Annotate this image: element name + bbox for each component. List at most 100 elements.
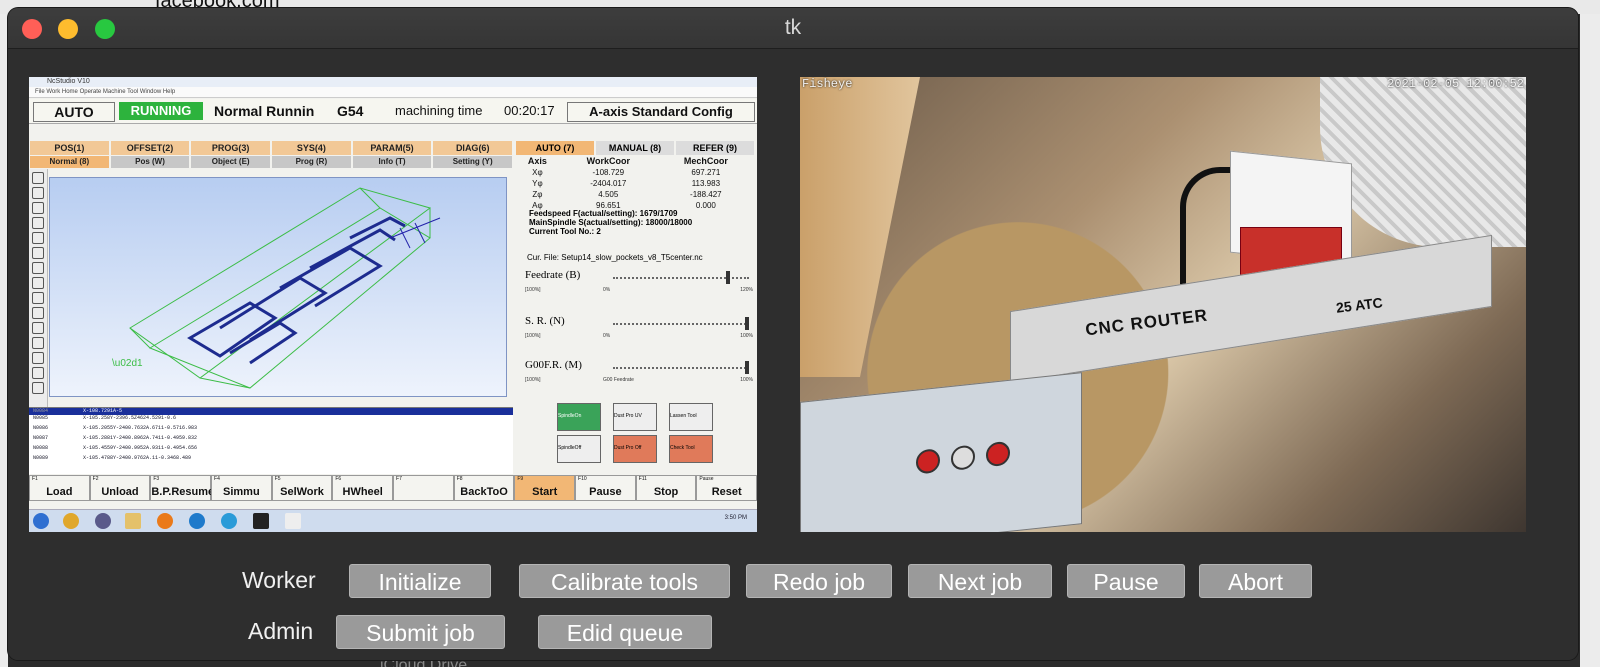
coordinate-table: Axis WorkCoor MechCoor Xφ -108.729 697.2… <box>515 155 755 211</box>
fkey-stop: F11 Stop <box>635 475 697 501</box>
fkey-unload: F2 Unload <box>89 475 151 501</box>
scale-right: 100% <box>740 377 753 383</box>
machining-time-value: 00:20:17 <box>504 103 555 118</box>
edit-queue-button[interactable]: Edid queue <box>538 615 712 649</box>
tool-text: Current Tool No.: 2 <box>529 227 601 236</box>
lassen-tool-button: Lassen Tool <box>669 403 713 431</box>
work-coord-cell: 4.505 <box>598 190 619 199</box>
fkey-label: Load <box>46 486 73 498</box>
slider-scale: [100%] 0% 120% <box>525 287 753 293</box>
next-job-button[interactable]: Next job <box>908 564 1052 598</box>
fkey-f7: F7 <box>393 475 454 501</box>
line-number: N0089 <box>33 455 49 461</box>
view-icon <box>32 277 44 289</box>
cnc-menubar: File Work Home Operate Machine Tool Wind… <box>29 87 757 98</box>
cnc-titlebar: NcStudio V10 <box>29 77 757 87</box>
subtab-normal: Normal (8) <box>30 156 109 168</box>
cnc-right-tabs: AUTO (7) MANUAL (8) REFER (9) <box>515 141 755 155</box>
windows-taskbar: 3:50 PM <box>29 509 757 532</box>
slider-track <box>613 323 749 326</box>
cnc-software-view: NcStudio V10 File Work Home Operate Mach… <box>29 77 757 532</box>
gcode-listing: N0084 X-108.7291A-5 N0085 X-105.258Y-2396.… <box>29 407 513 474</box>
edge-icon <box>221 513 237 529</box>
view-icon <box>32 247 44 259</box>
admin-label: Admin <box>248 618 314 644</box>
coord-system: G54 <box>337 103 364 119</box>
subtab-info: Info (T) <box>352 156 432 168</box>
tab-sys: SYS(4) <box>272 141 351 155</box>
chrome-icon <box>63 513 79 529</box>
abort-button[interactable]: Abort <box>1199 564 1312 598</box>
mech-coord-cell: -188.427 <box>690 190 722 199</box>
button-caption: SpindleOn <box>558 413 582 419</box>
fkey-number: F1 <box>32 476 38 482</box>
mech-coord-cell: 113.983 <box>691 179 721 188</box>
camera-timestamp: 2021-02-05 12:00:52 <box>1387 77 1524 91</box>
spindle-rate-slider: S. R. (N) [100%] 0% 100% <box>525 315 755 345</box>
gcode-line: N0088 X-105.4559Y-2400.9952A.9311-0.4954.… <box>29 445 513 455</box>
zoom-out-icon <box>32 187 44 199</box>
view-icon <box>32 367 44 379</box>
line-number: N0087 <box>33 435 49 441</box>
initialize-button[interactable]: Initialize <box>349 564 491 598</box>
fkey-label: Pause <box>589 486 622 498</box>
teamviewer-icon <box>189 513 205 529</box>
fkey-number: F3 <box>153 476 160 482</box>
function-key-bar: F1 Load F2 Unload F3 B.P.Resume F4 Simmu F5 S… <box>29 475 757 501</box>
fkey-label: Reset <box>711 486 742 498</box>
scale-left: [100%] <box>525 287 541 293</box>
spindle-text: MainSpindle S(actual/setting): 18000/180… <box>529 218 693 227</box>
feedrate-slider: Feedrate (B) [100%] 0% 120% <box>525 269 755 299</box>
background-left-edge <box>0 14 8 667</box>
gcode-line: N0089 X-105.4788Y-2400.9762A.11-0.3468.48… <box>29 455 513 465</box>
submit-job-button[interactable]: Submit job <box>336 615 505 649</box>
slider-knob <box>745 361 749 374</box>
button-caption: Lassen Tool <box>670 413 697 419</box>
dust-pro-button: Dust Pro UV <box>613 403 657 431</box>
coord-header: WorkCoor <box>586 156 630 166</box>
scale-mid: 0% <box>603 333 611 339</box>
view-icon <box>32 292 44 304</box>
fkey-label: Simmu <box>223 486 260 498</box>
slider-scale: [100%] 0% 100% <box>525 333 753 339</box>
gcode-text: X-105.2055Y-2400.7632A.6711-0.5716.983 <box>83 425 198 431</box>
fkey-number: F5 <box>274 476 281 482</box>
worker-label: Worker <box>242 567 316 593</box>
axis-cell: Xφ <box>532 168 543 177</box>
redo-job-button[interactable]: Redo job <box>746 564 892 598</box>
cnc-status-bar: AUTO RUNNING Normal Runnin G54 machining… <box>29 99 757 124</box>
running-indicator: RUNNING <box>119 102 203 120</box>
coord-header: Axis <box>527 156 547 166</box>
gcode-line: N0085 X-105.258Y-2396.5Z4624.5291-0.6 <box>29 415 513 425</box>
subtab-pos: Pos (W) <box>110 156 190 168</box>
config-name: A-axis Standard Config <box>567 102 755 122</box>
line-number: N0086 <box>33 425 49 431</box>
gcode-line-current: N0084 X-108.7291A-5 <box>29 408 513 415</box>
fkey-start: F9 Start <box>514 475 576 501</box>
zoom-in-icon <box>32 202 44 214</box>
work-coord-cell: -2404.017 <box>590 179 627 188</box>
gcode-text: X-105.4559Y-2400.9952A.9311-0.4954.656 <box>83 445 198 451</box>
fkey-pause: F10 Pause <box>575 475 636 501</box>
slider-scale: [100%] G00 Feedrate 100% <box>525 377 753 383</box>
pause-button[interactable]: Pause <box>1067 564 1185 598</box>
scale-left: [100%] <box>525 377 541 383</box>
scale-right: 100% <box>740 333 753 339</box>
box-icon <box>32 232 44 244</box>
tab-param: PARAM(5) <box>352 141 432 155</box>
mech-coord-cell: 697.271 <box>691 168 721 177</box>
titlebar: tk <box>8 8 1578 49</box>
fkey-label: HWheel <box>342 486 383 498</box>
tab-manual: MANUAL (8) <box>596 141 674 155</box>
fkey-number: F11 <box>638 476 647 482</box>
slider-track <box>613 367 749 370</box>
fkey-number: F2 <box>92 476 99 482</box>
slider-label: Feedrate (B) <box>525 269 581 281</box>
view-icon <box>32 322 44 334</box>
line-number: N0088 <box>33 445 49 451</box>
view-icon <box>32 382 44 394</box>
calibrate-tools-button[interactable]: Calibrate tools <box>519 564 730 598</box>
coordinate-panel: Axis WorkCoor MechCoor Xφ -108.729 697.2… <box>515 155 755 211</box>
fkey-reset: Pause Reset <box>696 475 757 501</box>
fkey-number: Pause <box>699 476 714 482</box>
